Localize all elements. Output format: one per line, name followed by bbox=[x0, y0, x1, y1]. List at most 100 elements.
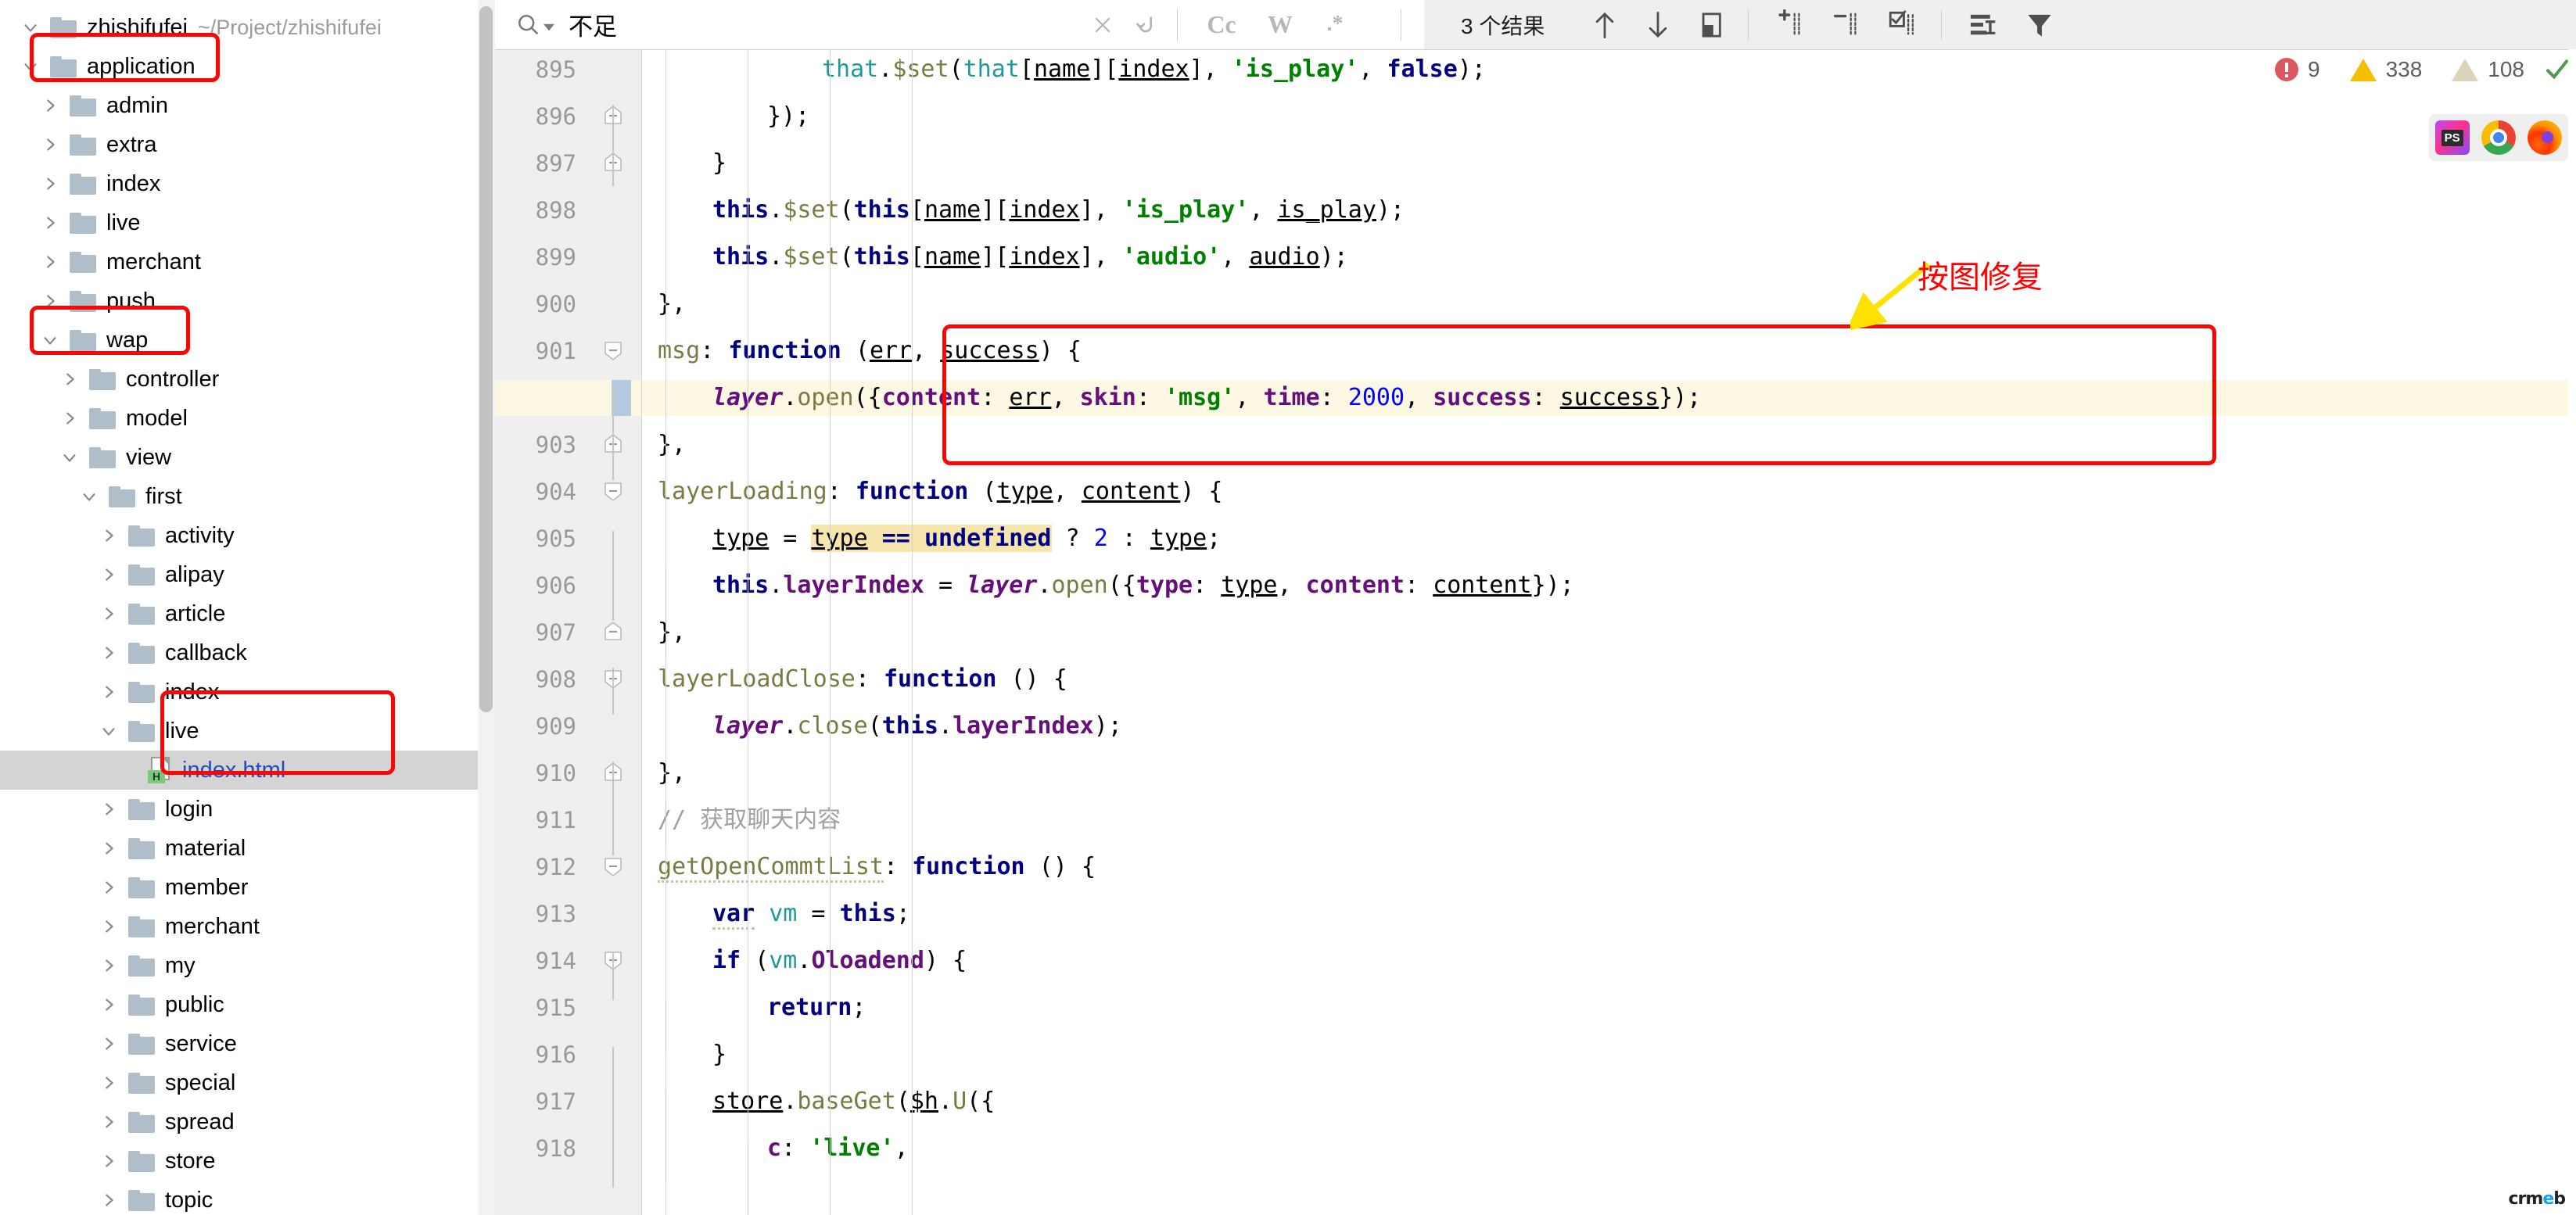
chevron-right-icon[interactable] bbox=[89, 1074, 128, 1091]
search-icon[interactable] bbox=[515, 12, 554, 38]
words-toggle[interactable]: W bbox=[1260, 6, 1301, 42]
tree-item-alipay[interactable]: alipay bbox=[0, 555, 478, 594]
chevron-right-icon[interactable] bbox=[30, 214, 70, 231]
chevron-right-icon[interactable] bbox=[30, 97, 70, 114]
tree-item-callback[interactable]: callback bbox=[0, 633, 478, 672]
add-selection-icon[interactable] bbox=[1775, 9, 1805, 41]
chevron-down-icon[interactable] bbox=[89, 722, 128, 740]
code-line[interactable]: if (vm.Oloadend) { bbox=[712, 949, 967, 973]
firefox-icon[interactable] bbox=[2528, 120, 2563, 155]
code-line[interactable]: type = type == undefined ? 2 : type; bbox=[712, 525, 1221, 552]
chevron-right-icon[interactable] bbox=[50, 410, 89, 427]
tree-item-index[interactable]: index bbox=[0, 164, 478, 203]
code-line[interactable]: layerLoadClose: function () { bbox=[658, 668, 1067, 691]
code-line[interactable]: }, bbox=[658, 292, 686, 316]
tree-item-member[interactable]: member bbox=[0, 868, 478, 907]
code-line[interactable]: } bbox=[712, 1043, 727, 1066]
chevron-right-icon[interactable] bbox=[89, 683, 128, 701]
code-editor[interactable]: 8958968978988999009019029039049059069079… bbox=[495, 49, 2576, 1215]
code-line[interactable]: }); bbox=[767, 105, 809, 128]
fold-collapse-icon[interactable] bbox=[603, 341, 623, 361]
chevron-right-icon[interactable] bbox=[89, 527, 128, 544]
tree-item-push[interactable]: push bbox=[0, 281, 478, 321]
select-all-occurrences-icon[interactable] bbox=[1698, 10, 1724, 40]
chevron-right-icon[interactable] bbox=[30, 175, 70, 192]
chevron-down-icon[interactable] bbox=[70, 488, 109, 505]
chrome-icon[interactable] bbox=[2481, 120, 2516, 155]
chevron-right-icon[interactable] bbox=[89, 644, 128, 661]
chevron-right-icon[interactable] bbox=[89, 996, 128, 1013]
chevron-down-icon[interactable] bbox=[50, 449, 89, 466]
chevron-right-icon[interactable] bbox=[89, 605, 128, 622]
chevron-right-icon[interactable] bbox=[30, 253, 70, 271]
tree-item-wap[interactable]: wap bbox=[0, 321, 478, 360]
tree-item-merchant[interactable]: merchant bbox=[0, 907, 478, 946]
remove-selection-icon[interactable] bbox=[1832, 9, 1861, 41]
code-line[interactable]: this.$set(this[name][index], 'audio', au… bbox=[712, 246, 1348, 269]
tree-item-index[interactable]: index bbox=[0, 672, 478, 711]
chevron-right-icon[interactable] bbox=[89, 1152, 128, 1170]
fold-collapse-icon[interactable] bbox=[603, 857, 623, 877]
match-case-toggle[interactable]: Cc bbox=[1199, 6, 1244, 42]
tree-item-special[interactable]: special bbox=[0, 1063, 478, 1102]
select-all-icon[interactable] bbox=[1888, 9, 1918, 41]
chevron-down-icon[interactable] bbox=[30, 332, 70, 349]
code-line[interactable]: return; bbox=[767, 996, 866, 1020]
tree-item-view[interactable]: view bbox=[0, 438, 478, 477]
tree-item-login[interactable]: login bbox=[0, 790, 478, 829]
chevron-right-icon[interactable] bbox=[89, 1192, 128, 1209]
chevron-right-icon[interactable] bbox=[89, 1035, 128, 1052]
chevron-right-icon[interactable] bbox=[89, 801, 128, 818]
tree-item-index-html[interactable]: Hindex.html bbox=[0, 751, 478, 790]
chevron-down-icon[interactable] bbox=[11, 58, 50, 75]
prev-match-icon[interactable] bbox=[1591, 10, 1618, 40]
tree-item-topic[interactable]: topic bbox=[0, 1181, 478, 1215]
chevron-right-icon[interactable] bbox=[89, 840, 128, 857]
chevron-right-icon[interactable] bbox=[89, 918, 128, 935]
chevron-right-icon[interactable] bbox=[89, 566, 128, 583]
code-line[interactable]: msg: function (err, success) { bbox=[658, 339, 1082, 363]
tree-item-my[interactable]: my bbox=[0, 946, 478, 985]
chevron-right-icon[interactable] bbox=[50, 371, 89, 388]
fold-collapse-icon[interactable] bbox=[603, 482, 623, 502]
code-line[interactable]: var vm = this; bbox=[712, 900, 910, 930]
code-line[interactable]: layer.close(this.layerIndex); bbox=[712, 715, 1122, 738]
weak-warning-count-item[interactable]: 108 bbox=[2442, 57, 2524, 82]
tree-item-application[interactable]: application bbox=[0, 47, 478, 86]
tree-item-article[interactable]: article bbox=[0, 594, 478, 633]
reset-icon[interactable] bbox=[1130, 9, 1161, 41]
inspections-ok-icon[interactable] bbox=[2545, 57, 2570, 82]
tree-item-admin[interactable]: admin bbox=[0, 86, 478, 125]
inspection-status-widget[interactable]: 9 338 108 bbox=[2245, 52, 2570, 88]
project-tree-panel[interactable]: zhishifufei ~/Project/zhishifufei applicat… bbox=[0, 0, 478, 1215]
tree-item-store[interactable]: store bbox=[0, 1142, 478, 1181]
chevron-right-icon[interactable] bbox=[89, 1113, 128, 1131]
tree-item-first[interactable]: first bbox=[0, 477, 478, 516]
tree-item-extra[interactable]: extra bbox=[0, 125, 478, 164]
code-line[interactable]: c: 'live', bbox=[767, 1137, 909, 1160]
find-field-wrapper[interactable] bbox=[495, 0, 1105, 49]
code-line[interactable]: layerLoading: function (type, content) { bbox=[658, 480, 1223, 504]
tree-item-public[interactable]: public bbox=[0, 985, 478, 1024]
error-count-item[interactable]: 9 bbox=[2266, 57, 2320, 82]
code-line[interactable]: this.$set(this[name][index], 'is_play', … bbox=[712, 199, 1405, 222]
tree-item-root[interactable]: zhishifufei ~/Project/zhishifufei bbox=[0, 8, 478, 47]
tree-item-live[interactable]: live bbox=[0, 203, 478, 242]
code-line[interactable]: that.$set(that[name][index], 'is_play', … bbox=[822, 58, 1486, 81]
code-line[interactable]: layer.open({content: err, skin: 'msg', t… bbox=[712, 386, 1701, 410]
warning-count-item[interactable]: 338 bbox=[2341, 57, 2422, 82]
browser-launcher-bar[interactable]: PS bbox=[2429, 114, 2568, 161]
code-line[interactable]: store.baseGet($h.U({ bbox=[712, 1090, 995, 1113]
filter-icon[interactable] bbox=[2025, 10, 2054, 40]
regex-toggle[interactable]: .* bbox=[1315, 6, 1355, 42]
tree-item-spread[interactable]: spread bbox=[0, 1102, 478, 1142]
code-content[interactable]: that.$set(that[name][index], 'is_play', … bbox=[642, 50, 2576, 1215]
project-tree-scrollbar-thumb[interactable] bbox=[479, 6, 493, 712]
tree-item-live[interactable]: live bbox=[0, 711, 478, 751]
code-line[interactable]: }, bbox=[658, 762, 686, 785]
close-icon[interactable] bbox=[1087, 9, 1118, 41]
code-line[interactable]: } bbox=[712, 152, 727, 175]
tree-item-model[interactable]: model bbox=[0, 399, 478, 438]
code-line[interactable]: // 获取聊天内容 bbox=[658, 808, 841, 832]
chevron-right-icon[interactable] bbox=[30, 292, 70, 310]
